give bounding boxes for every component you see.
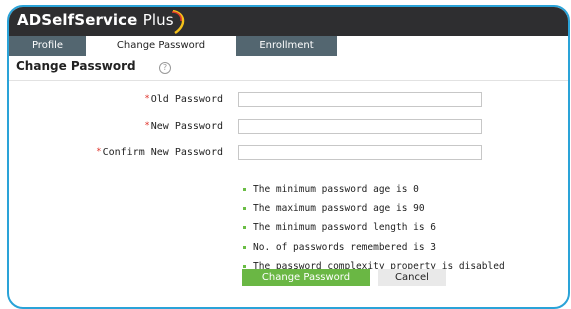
bullet-icon bbox=[243, 188, 246, 191]
list-item: The minimum password age is 0 bbox=[243, 180, 505, 199]
required-marker: * bbox=[144, 121, 150, 131]
bullet-icon bbox=[243, 207, 246, 211]
app-logo-name: ADSelfService bbox=[17, 11, 138, 29]
tab-enrollment[interactable]: Enrollment bbox=[236, 36, 338, 56]
new-password-label-text: New Password bbox=[150, 121, 223, 132]
new-password-input[interactable] bbox=[238, 119, 482, 134]
bullet-icon bbox=[243, 226, 246, 230]
help-icon[interactable]: ? bbox=[159, 62, 171, 74]
tab-bar: Profile Change Password Enrollment bbox=[9, 36, 568, 56]
change-password-button[interactable]: Change Password bbox=[242, 269, 370, 286]
page-title: Change Password bbox=[16, 59, 136, 73]
header-bar: ADSelfService Plus bbox=[9, 7, 568, 36]
confirm-password-input[interactable] bbox=[238, 145, 482, 160]
new-password-row: *New Password bbox=[9, 119, 568, 139]
old-password-row: *Old Password bbox=[9, 92, 568, 112]
list-item: No. of passwords remembered is 3 bbox=[243, 238, 505, 257]
cancel-button[interactable]: Cancel bbox=[378, 269, 446, 286]
policy-rule-text: The minimum password age is 0 bbox=[253, 184, 419, 195]
old-password-label: *Old Password bbox=[144, 94, 223, 105]
logo-swoosh-icon bbox=[171, 9, 185, 34]
app-window: ADSelfService Plus Profile Change Passwo… bbox=[7, 5, 570, 309]
confirm-password-label: *Confirm New Password bbox=[96, 147, 223, 158]
required-marker: * bbox=[144, 94, 150, 104]
policy-rule-text: The maximum password age is 90 bbox=[253, 203, 425, 215]
confirm-password-row: *Confirm New Password bbox=[9, 145, 568, 165]
app-logo: ADSelfService Plus bbox=[17, 11, 174, 29]
page-header: Change Password ? bbox=[9, 56, 568, 81]
bullet-icon bbox=[243, 264, 246, 268]
password-policy-list: The minimum password age is 0 The maximu… bbox=[243, 180, 505, 276]
bullet-icon bbox=[243, 245, 246, 249]
old-password-input[interactable] bbox=[238, 92, 482, 107]
policy-rule-text: The minimum password length is 6 bbox=[253, 222, 437, 234]
confirm-password-label-text: Confirm New Password bbox=[102, 147, 223, 158]
new-password-label: *New Password bbox=[144, 121, 223, 132]
tab-change-password[interactable]: Change Password bbox=[87, 36, 236, 56]
policy-rule-text: No. of passwords remembered is 3 bbox=[253, 241, 437, 253]
required-marker: * bbox=[96, 147, 102, 157]
tab-profile[interactable]: Profile bbox=[9, 36, 87, 56]
old-password-label-text: Old Password bbox=[150, 94, 223, 105]
list-item: The minimum password length is 6 bbox=[243, 218, 505, 237]
list-item: The maximum password age is 90 bbox=[243, 199, 505, 218]
